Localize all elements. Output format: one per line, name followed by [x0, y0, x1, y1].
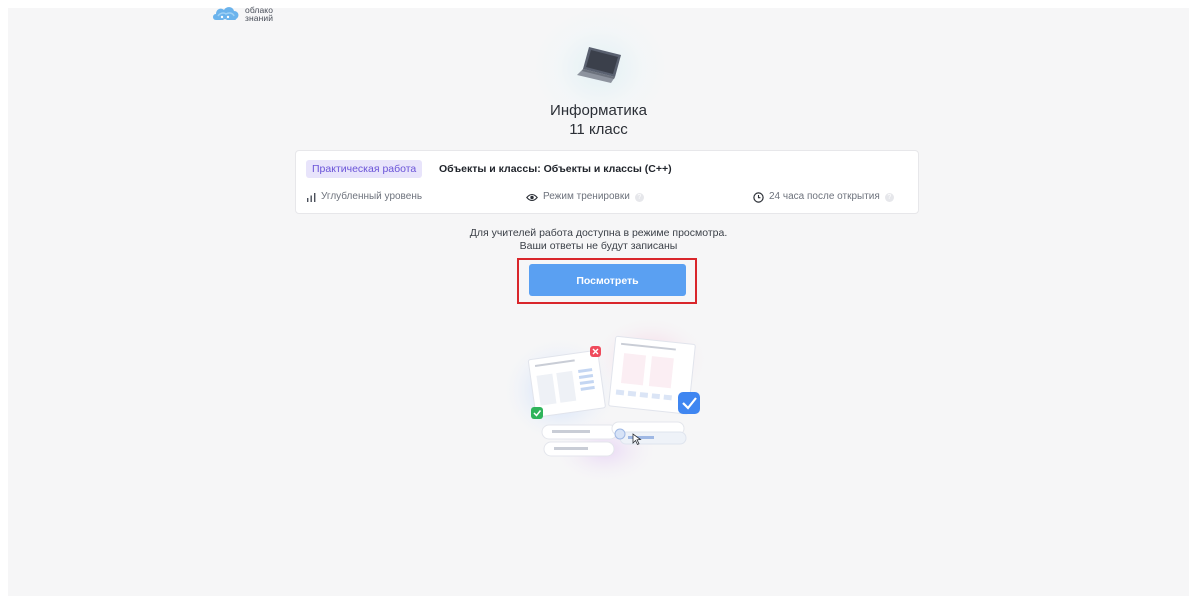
difficulty-level-label: Углубленный уровень: [321, 191, 423, 202]
site-logo[interactable]: облако знаний: [211, 3, 273, 25]
logo-text: облако знаний: [245, 5, 274, 23]
teacher-notice-line-1: Для учителей работа доступна в режиме пр…: [469, 227, 728, 239]
time-limit: 24 часа после открытия ?: [753, 190, 894, 204]
clock-icon: [753, 191, 764, 203]
eye-icon: [526, 193, 538, 201]
work-type-badge: Практическая работа: [306, 160, 423, 178]
view-button[interactable]: Посмотреть: [529, 264, 686, 296]
work-title: Объекты и классы: Объекты и классы (C++): [439, 163, 672, 175]
subject-title: Информатика: [550, 102, 647, 119]
cloud-logo-icon: [211, 3, 241, 25]
worksheets-illustration: [500, 315, 710, 490]
bar-chart-icon: [307, 192, 316, 202]
laptop-icon: [575, 43, 625, 89]
work-mode: Режим тренировки ?: [526, 190, 644, 204]
work-mode-label: Режим тренировки: [543, 191, 630, 202]
logo-line-2: знаний: [245, 13, 274, 23]
teacher-notice-line-2: Ваши ответы не будут записаны: [519, 240, 678, 252]
help-icon[interactable]: ?: [884, 192, 894, 202]
help-icon[interactable]: ?: [634, 192, 644, 202]
time-limit-label: 24 часа после открытия: [769, 191, 880, 202]
difficulty-level: Углубленный уровень: [307, 190, 422, 204]
subject-grade: 11 класс: [569, 121, 628, 138]
work-info-card: Практическая работа Объекты и классы: Об…: [295, 150, 919, 214]
